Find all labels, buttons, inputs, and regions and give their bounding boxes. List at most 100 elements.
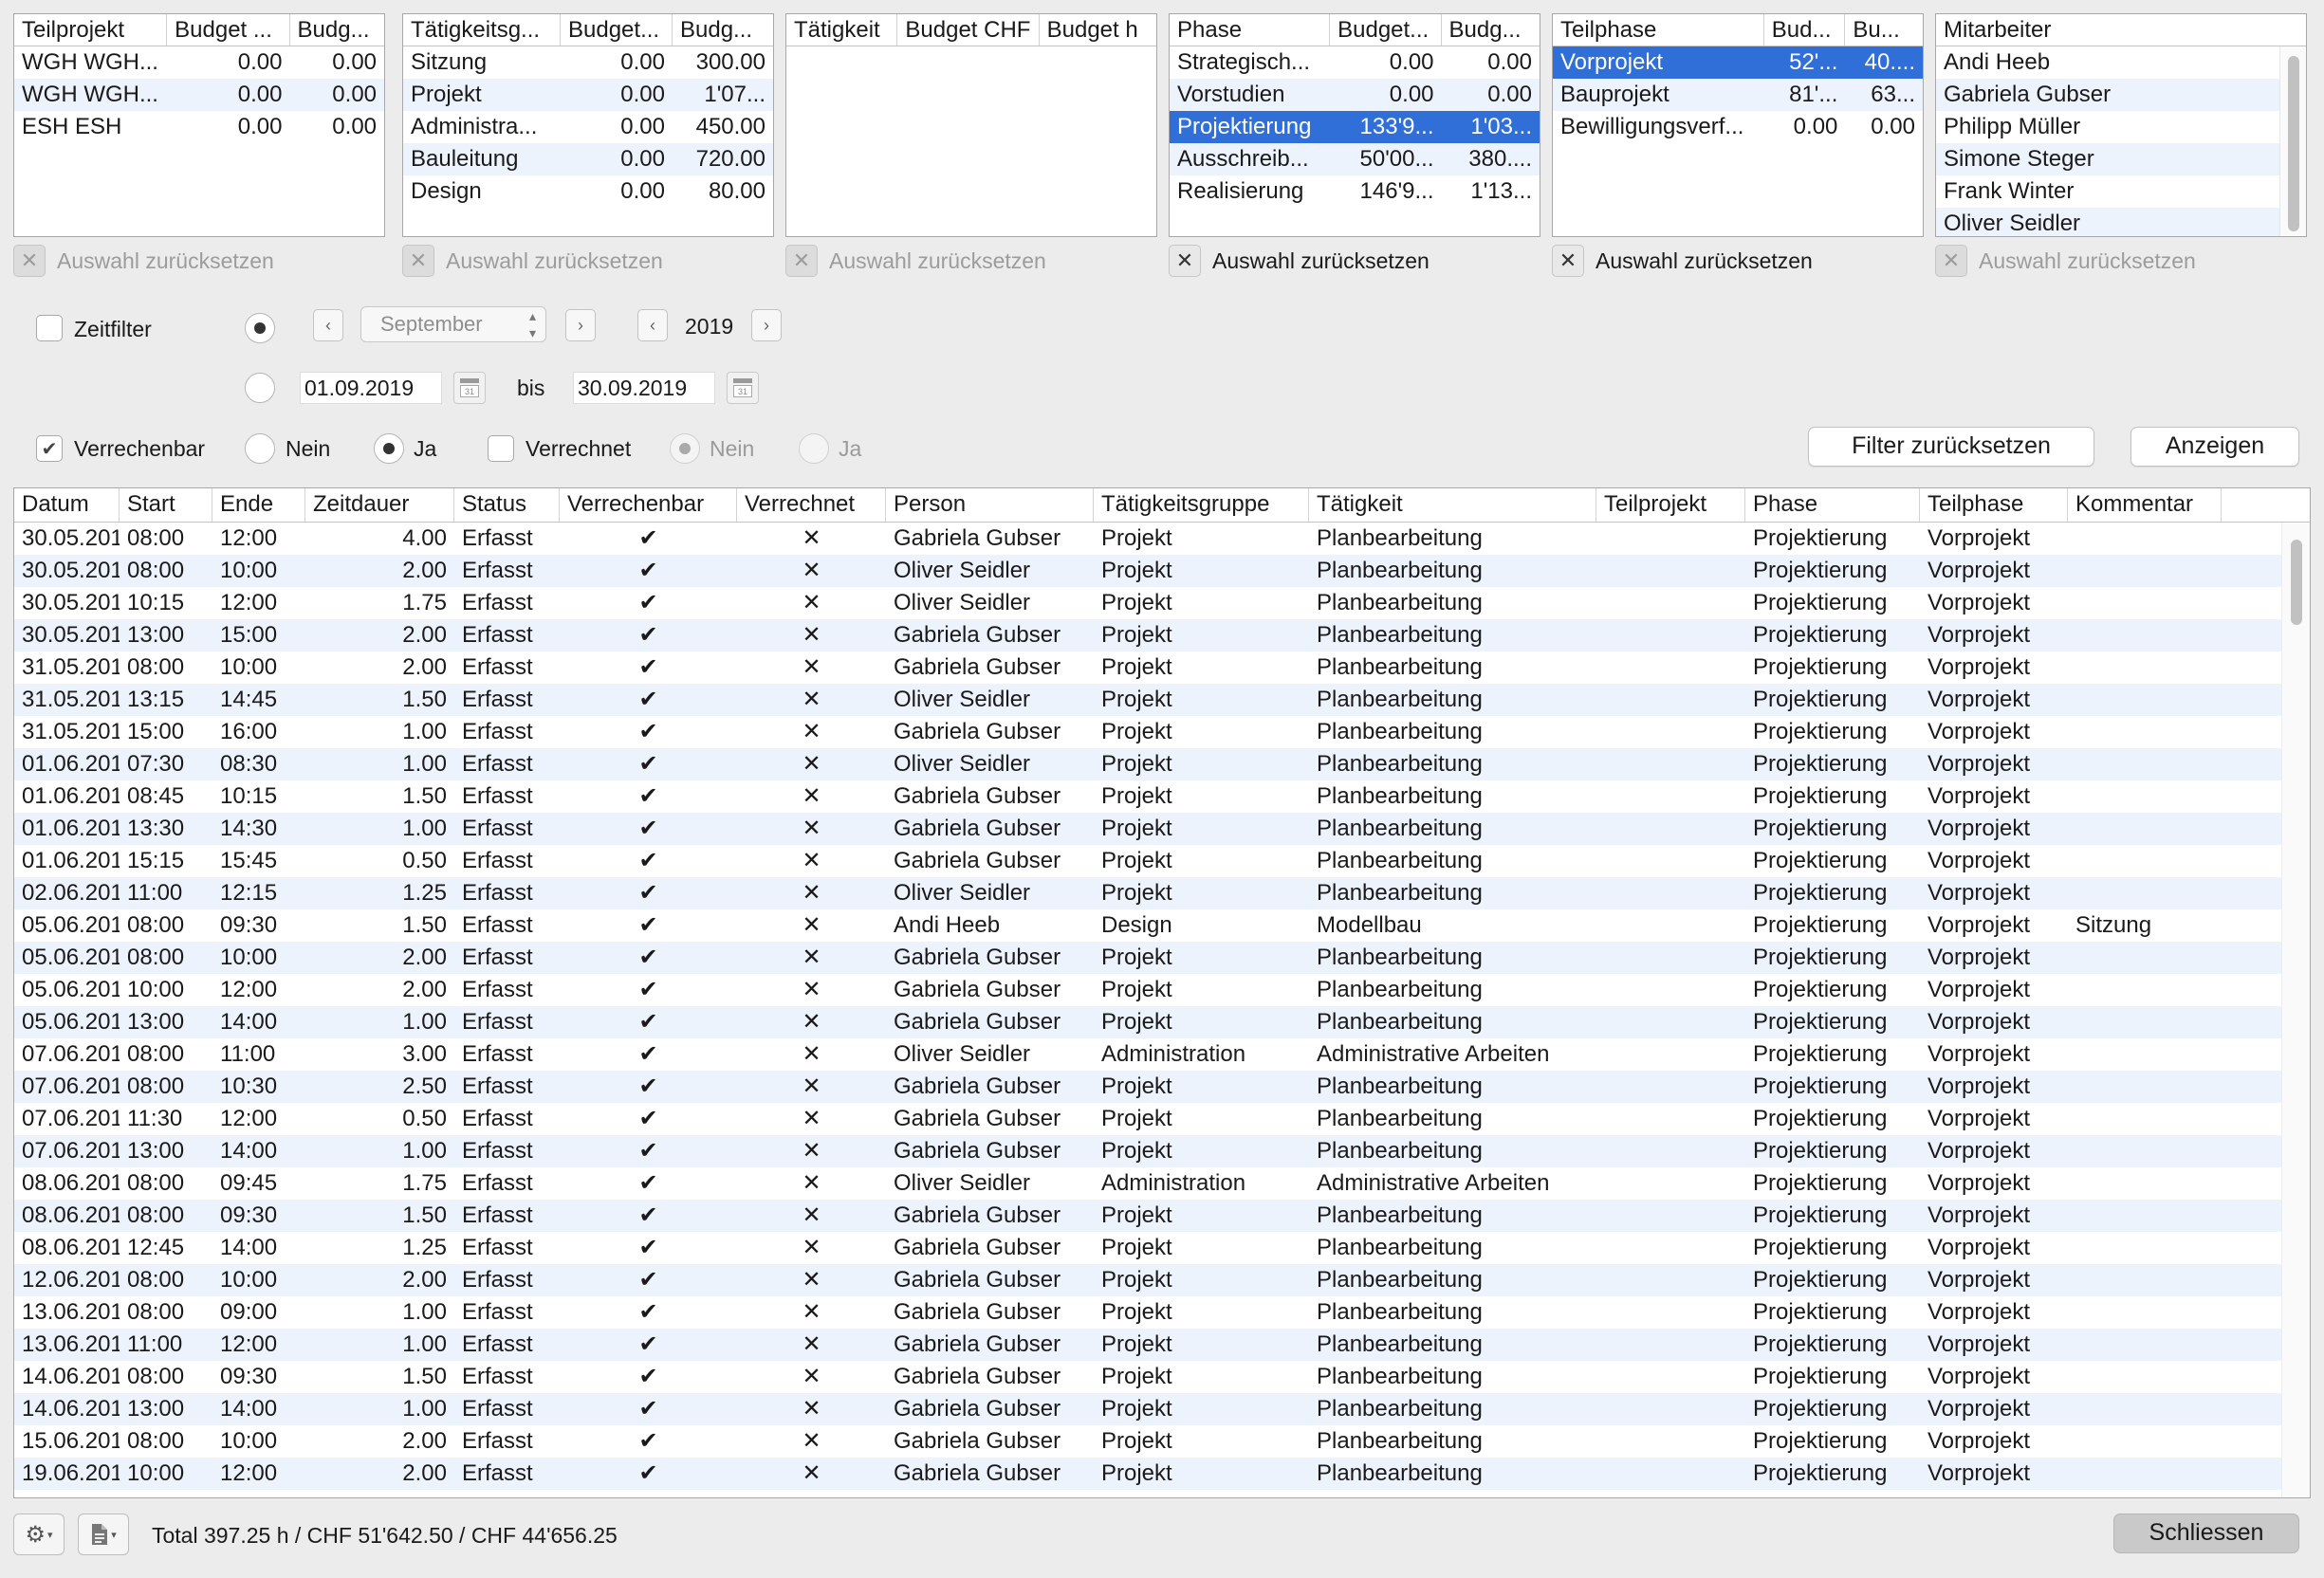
teilprojekt-list[interactable]: Teilprojekt Budget ... Budg... WGH WGH... 0.… — [13, 13, 385, 237]
list-item[interactable]: WGH WGH... 0.00 0.00 — [14, 79, 384, 111]
column-header[interactable]: Teilprojekt — [1596, 488, 1745, 522]
anzeigen-button[interactable]: Anzeigen — [2130, 427, 2299, 467]
table-row[interactable]: 15.06.2017 08:00 10:00 2.00 Erfasst ✔ ✕ Gabriel… — [14, 1425, 2310, 1458]
table-row[interactable]: 02.06.2017 11:00 12:15 1.25 Erfasst ✔ ✕ Oliver … — [14, 877, 2310, 909]
table-row[interactable]: 08.06.2017 12:45 14:00 1.25 Erfasst ✔ ✕ Gabriel… — [14, 1232, 2310, 1264]
column-header[interactable]: Budget CHF — [897, 14, 1040, 46]
reset-selection-button[interactable]: ✕ Auswahl zurücksetzen — [785, 245, 1046, 277]
column-header[interactable]: Budget... — [1330, 14, 1442, 46]
list-item[interactable]: ESH ESH 0.00 0.00 — [14, 111, 384, 143]
list-item[interactable]: Bauleitung 0.00 720.00 — [403, 143, 773, 175]
teilphase-list[interactable]: Teilphase Bud... Bu... Vorprojekt 52'... 40..… — [1552, 13, 1924, 237]
column-header[interactable]: Phase — [1745, 488, 1920, 522]
column-header[interactable]: Phase — [1170, 14, 1331, 46]
list-item[interactable]: Bauprojekt 81'... 63... — [1553, 79, 1923, 111]
table-row[interactable]: 14.06.2017 08:00 09:30 1.50 Erfasst ✔ ✕ Gabriel… — [14, 1361, 2310, 1393]
column-header[interactable]: Tätigkeitsg... — [403, 14, 561, 46]
column-header[interactable]: Verrechenbar — [560, 488, 737, 522]
table-row[interactable]: 31.05.2017 15:00 16:00 1.00 Erfasst ✔ ✕ Gabriel… — [14, 716, 2310, 748]
column-header[interactable]: Tätigkeit — [786, 14, 898, 46]
list-item[interactable]: WGH WGH... 0.00 0.00 — [14, 46, 384, 79]
list-item[interactable]: Simone Steger — [1936, 143, 2306, 175]
month-mode-radio[interactable] — [245, 313, 275, 343]
list-item[interactable]: Strategisch... 0.00 0.00 — [1170, 46, 1540, 79]
reset-selection-button[interactable]: ✕ Auswahl zurücksetzen — [402, 245, 663, 277]
reset-selection-button[interactable]: ✕ Auswahl zurücksetzen — [13, 245, 274, 277]
next-year-button[interactable]: › — [751, 309, 782, 341]
verrechnet-nein-radio[interactable] — [670, 433, 700, 464]
table-scrollbar[interactable] — [2281, 523, 2310, 1497]
list-scroll-thumb[interactable] — [2288, 56, 2299, 231]
list-item[interactable]: Andi Heeb — [1936, 46, 2306, 79]
column-header[interactable]: Kommentar — [2068, 488, 2222, 522]
list-item[interactable]: Sitzung 0.00 300.00 — [403, 46, 773, 79]
schliessen-button[interactable]: Schliessen — [2113, 1514, 2299, 1553]
reset-selection-button[interactable]: ✕ Auswahl zurücksetzen — [1552, 245, 1813, 277]
table-row[interactable]: 14.06.2017 13:00 14:00 1.00 Erfasst ✔ ✕ Gabriel… — [14, 1393, 2310, 1425]
prev-month-button[interactable]: ‹ — [313, 309, 343, 341]
list-item[interactable]: Bewilligungsverf... 0.00 0.00 — [1553, 111, 1923, 143]
column-header[interactable]: Budget... — [561, 14, 673, 46]
column-header[interactable]: Datum — [14, 488, 120, 522]
list-item[interactable]: Design 0.00 80.00 — [403, 175, 773, 208]
table-row[interactable]: 31.05.2017 08:00 10:00 2.00 Erfasst ✔ ✕ Gabriel… — [14, 651, 2310, 684]
calendar-from-icon[interactable]: 31 — [453, 372, 486, 404]
list-scrollbar[interactable] — [2279, 46, 2306, 236]
next-month-button[interactable]: › — [565, 309, 596, 341]
settings-menu-button[interactable]: ⚙ ▾ — [13, 1514, 65, 1555]
column-header[interactable]: Zeitdauer — [305, 488, 454, 522]
verrechnet-ja-radio[interactable] — [799, 433, 829, 464]
time-entries-table[interactable]: Datum Start Ende Zeitdauer Status Verrechenba… — [13, 487, 2311, 1498]
list-item[interactable]: Ausschreib... 50'00... 380.... — [1170, 143, 1540, 175]
table-row[interactable]: 30.05.2017 08:00 10:00 2.00 Erfasst ✔ ✕ Oliver … — [14, 555, 2310, 587]
column-header[interactable]: Tätigkeitsgruppe — [1094, 488, 1309, 522]
table-row[interactable]: 08.06.2017 08:00 09:45 1.75 Erfasst ✔ ✕ Oliver … — [14, 1167, 2310, 1200]
table-row[interactable]: 07.06.2017 11:30 12:00 0.50 Erfasst ✔ ✕ Gabriel… — [14, 1103, 2310, 1135]
column-header[interactable]: Start — [120, 488, 212, 522]
column-header[interactable]: Budg... — [673, 14, 773, 46]
column-header[interactable]: Budg... — [290, 14, 385, 46]
column-header[interactable]: Bud... — [1764, 14, 1846, 46]
list-item[interactable]: Vorstudien 0.00 0.00 — [1170, 79, 1540, 111]
taetigkeit-list[interactable]: Tätigkeit Budget CHF Budget h — [785, 13, 1157, 237]
export-menu-button[interactable]: ▾ — [78, 1514, 129, 1555]
list-item[interactable]: Projektierung 133'9... 1'03... — [1170, 111, 1540, 143]
range-mode-radio[interactable] — [245, 373, 275, 403]
table-row[interactable]: 01.06.2017 07:30 08:30 1.00 Erfasst ✔ ✕ Oliver … — [14, 748, 2310, 780]
column-header[interactable]: Budg... — [1442, 14, 1540, 46]
verrechenbar-checkbox[interactable]: ✔ — [36, 435, 63, 462]
table-row[interactable]: 01.06.2017 08:45 10:15 1.50 Erfasst ✔ ✕ Gabriel… — [14, 780, 2310, 813]
table-row[interactable]: 05.06.2017 10:00 12:00 2.00 Erfasst ✔ ✕ Gabriel… — [14, 974, 2310, 1006]
list-item[interactable]: Philipp Müller — [1936, 111, 2306, 143]
phase-list[interactable]: Phase Budget... Budg... Strategisch... 0.00 0… — [1169, 13, 1540, 237]
reset-selection-button[interactable]: ✕ Auswahl zurücksetzen — [1169, 245, 1429, 277]
date-to-field[interactable]: 30.09.2019 — [573, 372, 715, 404]
column-header[interactable]: Teilphase — [1553, 14, 1764, 46]
column-header[interactable]: Budget h — [1040, 14, 1156, 46]
taetigkeitsgruppe-list[interactable]: Tätigkeitsg... Budget... Budg... Sitzung 0.0… — [402, 13, 774, 237]
column-header[interactable]: Mitarbeiter — [1936, 14, 2281, 46]
verrechnet-checkbox[interactable] — [488, 435, 514, 462]
list-item[interactable]: Gabriela Gubser — [1936, 79, 2306, 111]
table-row[interactable]: 13.06.2017 11:00 12:00 1.00 Erfasst ✔ ✕ Gabriel… — [14, 1329, 2310, 1361]
table-row[interactable]: 05.06.2017 13:00 14:00 1.00 Erfasst ✔ ✕ Gabriel… — [14, 1006, 2310, 1038]
column-header[interactable]: Person — [886, 488, 1094, 522]
table-row[interactable]: 07.06.2017 13:00 14:00 1.00 Erfasst ✔ ✕ Gabriel… — [14, 1135, 2310, 1167]
column-header[interactable]: Verrechnet — [737, 488, 886, 522]
date-from-field[interactable]: 01.09.2019 — [300, 372, 442, 404]
table-row[interactable]: 07.06.2017 08:00 11:00 3.00 Erfasst ✔ ✕ Oliver … — [14, 1038, 2310, 1071]
column-header[interactable]: Teilprojekt — [14, 14, 168, 46]
table-row[interactable]: 01.06.2017 15:15 15:45 0.50 Erfasst ✔ ✕ Gabriel… — [14, 845, 2310, 877]
table-scroll-thumb[interactable] — [2291, 540, 2302, 625]
list-item[interactable]: Frank Winter — [1936, 175, 2306, 208]
column-header[interactable]: Ende — [212, 488, 305, 522]
table-row[interactable]: 30.05.2017 08:00 12:00 4.00 Erfasst ✔ ✕ Gabriel… — [14, 523, 2310, 555]
table-row[interactable]: 01.06.2017 13:30 14:30 1.00 Erfasst ✔ ✕ Gabriel… — [14, 813, 2310, 845]
filter-reset-button[interactable]: Filter zurücksetzen — [1808, 427, 2094, 467]
list-item[interactable]: Oliver Seidler — [1936, 208, 2306, 236]
table-row[interactable]: 08.06.2017 08:00 09:30 1.50 Erfasst ✔ ✕ Gabriel… — [14, 1200, 2310, 1232]
prev-year-button[interactable]: ‹ — [637, 309, 668, 341]
column-header[interactable]: Bu... — [1845, 14, 1923, 46]
table-row[interactable]: 05.06.2017 08:00 09:30 1.50 Erfasst ✔ ✕ Andi He… — [14, 909, 2310, 942]
list-item[interactable]: Administra... 0.00 450.00 — [403, 111, 773, 143]
